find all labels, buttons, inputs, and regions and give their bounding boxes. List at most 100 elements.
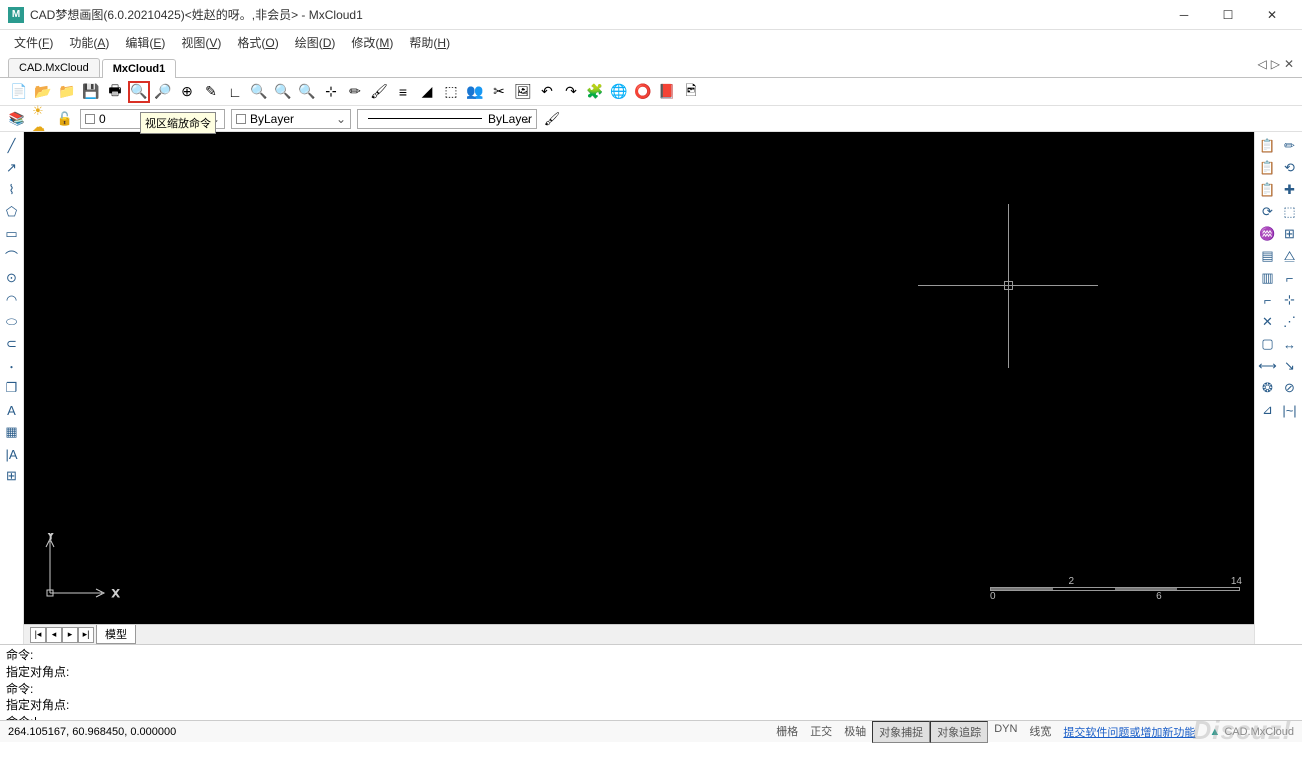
minimize-button[interactable]: ─ — [1162, 0, 1206, 30]
modify-tool-10[interactable]: ▤ — [1258, 246, 1278, 266]
tool-icon-21[interactable]: 🖼 — [512, 81, 534, 103]
modify-tool-15[interactable]: ⊹ — [1280, 290, 1300, 310]
tab-nav-next-icon[interactable]: ▸ — [62, 627, 78, 643]
draw-tool-5[interactable]: ⌒ — [2, 246, 22, 266]
modify-tool-21[interactable]: ↘ — [1280, 356, 1300, 376]
modify-tool-4[interactable]: 📋 — [1258, 180, 1278, 200]
feedback-link[interactable]: 提交软件问题或增加新功能 — [1057, 724, 1201, 740]
modify-tool-23[interactable]: ⊘ — [1280, 378, 1300, 398]
modify-tool-24[interactable]: ⊿ — [1258, 400, 1278, 420]
modify-tool-0[interactable]: 📋 — [1258, 136, 1278, 156]
draw-tool-7[interactable]: ◠ — [2, 290, 22, 310]
tool-icon-9[interactable]: ∟ — [224, 81, 246, 103]
modify-tool-13[interactable]: ⌐ — [1280, 268, 1300, 288]
layer-state-icon[interactable]: ☀☁ — [32, 110, 50, 128]
tool-icon-16[interactable]: ≡ — [392, 81, 414, 103]
modify-tool-12[interactable]: ▥ — [1258, 268, 1278, 288]
command-area[interactable]: 命令:指定对角点:命令:指定对角点:命令: — [0, 644, 1302, 720]
modify-tool-14[interactable]: ⌐ — [1258, 290, 1278, 310]
draw-tool-4[interactable]: ▭ — [2, 224, 22, 244]
draw-tool-8[interactable]: ⬭ — [2, 312, 22, 332]
linetype-select[interactable]: ByLayer — [357, 109, 537, 129]
layers-icon[interactable]: 📚 — [8, 110, 26, 128]
tab-next-icon[interactable]: ▷ — [1271, 57, 1280, 71]
tool-icon-11[interactable]: 🔍 — [272, 81, 294, 103]
draw-tool-9[interactable]: ⊂ — [2, 334, 22, 354]
drawing-canvas[interactable]: X Y 214 06 — [24, 132, 1254, 624]
mode-toggle[interactable]: 正交 — [804, 721, 838, 743]
mode-toggle[interactable]: 对象追踪 — [930, 721, 988, 743]
tab-prev-icon[interactable]: ◁ — [1257, 57, 1266, 71]
tool-icon-10[interactable]: 🔍 — [248, 81, 270, 103]
brush-icon[interactable]: 🖌 — [543, 110, 561, 128]
tool-icon-7[interactable]: ⊕ — [176, 81, 198, 103]
tool-icon-0[interactable]: 📄 — [8, 81, 30, 103]
menu-f[interactable]: 文件(F) — [8, 32, 59, 53]
modify-tool-16[interactable]: ✕ — [1258, 312, 1278, 332]
tool-icon-2[interactable]: 📁 — [56, 81, 78, 103]
tab-nav-first-icon[interactable]: |◂ — [30, 627, 46, 643]
menu-d[interactable]: 绘图(D) — [289, 32, 342, 53]
menu-a[interactable]: 功能(A) — [63, 32, 115, 53]
mode-toggle[interactable]: 对象捕捉 — [872, 721, 930, 743]
maximize-button[interactable]: ☐ — [1206, 0, 1250, 30]
tool-icon-1[interactable]: 📂 — [32, 81, 54, 103]
tool-icon-22[interactable]: ↶ — [536, 81, 558, 103]
draw-tool-14[interactable]: |A — [2, 444, 22, 464]
tool-icon-8[interactable]: ✎ — [200, 81, 222, 103]
tool-icon-24[interactable]: 🧩 — [584, 81, 606, 103]
draw-tool-2[interactable]: ⌇ — [2, 180, 22, 200]
modify-tool-6[interactable]: ⟳ — [1258, 202, 1278, 222]
tool-icon-23[interactable]: ↷ — [560, 81, 582, 103]
modify-tool-7[interactable]: ⬚ — [1280, 202, 1300, 222]
modify-tool-19[interactable]: ↔ — [1280, 334, 1300, 354]
draw-tool-6[interactable]: ⊙ — [2, 268, 22, 288]
draw-tool-3[interactable]: ⬠ — [2, 202, 22, 222]
modify-tool-3[interactable]: ⟲ — [1280, 158, 1300, 178]
modify-tool-2[interactable]: 📋 — [1258, 158, 1278, 178]
tool-icon-18[interactable]: ⬚ — [440, 81, 462, 103]
modify-tool-8[interactable]: ♒ — [1258, 224, 1278, 244]
tool-icon-14[interactable]: ✏ — [344, 81, 366, 103]
lock-icon[interactable]: 🔓 — [56, 110, 74, 128]
menu-m[interactable]: 修改(M) — [345, 32, 399, 53]
draw-tool-10[interactable]: ･ — [2, 356, 22, 376]
draw-tool-0[interactable]: ╱ — [2, 136, 22, 156]
draw-tool-13[interactable]: ▦ — [2, 422, 22, 442]
tool-icon-28[interactable]: 🖻 — [680, 81, 702, 103]
tool-icon-26[interactable]: ⭕ — [632, 81, 654, 103]
doc-tab[interactable]: CAD.MxCloud — [8, 58, 100, 77]
mode-toggle[interactable]: 极轴 — [838, 721, 872, 743]
menu-v[interactable]: 视图(V) — [175, 32, 227, 53]
draw-tool-1[interactable]: ↗ — [2, 158, 22, 178]
mode-toggle[interactable]: 线宽 — [1023, 721, 1057, 743]
tool-icon-27[interactable]: 📕 — [656, 81, 678, 103]
modify-tool-22[interactable]: ❂ — [1258, 378, 1278, 398]
modify-tool-25[interactable]: |~| — [1280, 400, 1300, 420]
draw-tool-15[interactable]: ⊞ — [2, 466, 22, 486]
modify-tool-11[interactable]: ⧋ — [1280, 246, 1300, 266]
color-select[interactable]: ByLayer — [231, 109, 351, 129]
tool-icon-19[interactable]: 👥 — [464, 81, 486, 103]
tool-icon-25[interactable]: 🌐 — [608, 81, 630, 103]
modify-tool-5[interactable]: ✚ — [1280, 180, 1300, 200]
draw-tool-11[interactable]: ❐ — [2, 378, 22, 398]
tool-icon-20[interactable]: ✂ — [488, 81, 510, 103]
tab-nav-prev-icon[interactable]: ◂ — [46, 627, 62, 643]
doc-tab[interactable]: MxCloud1 — [102, 59, 177, 78]
modify-tool-20[interactable]: ⟷ — [1258, 356, 1278, 376]
tool-icon-12[interactable]: 🔍 — [296, 81, 318, 103]
modify-tool-9[interactable]: ⊞ — [1280, 224, 1300, 244]
modify-tool-18[interactable]: ▢ — [1258, 334, 1278, 354]
tool-icon-5[interactable]: 🔍 — [128, 81, 150, 103]
tab-nav-last-icon[interactable]: ▸| — [78, 627, 94, 643]
modify-tool-17[interactable]: ⋰ — [1280, 312, 1300, 332]
tool-icon-4[interactable]: 🖶 — [104, 81, 126, 103]
draw-tool-12[interactable]: A — [2, 400, 22, 420]
modify-tool-1[interactable]: ✏ — [1280, 136, 1300, 156]
menu-e[interactable]: 编辑(E) — [119, 32, 171, 53]
tool-icon-6[interactable]: 🔎 — [152, 81, 174, 103]
mode-toggle[interactable]: 栅格 — [770, 721, 804, 743]
tool-icon-15[interactable]: 🖌 — [368, 81, 390, 103]
model-tab[interactable]: 模型 — [96, 625, 136, 644]
